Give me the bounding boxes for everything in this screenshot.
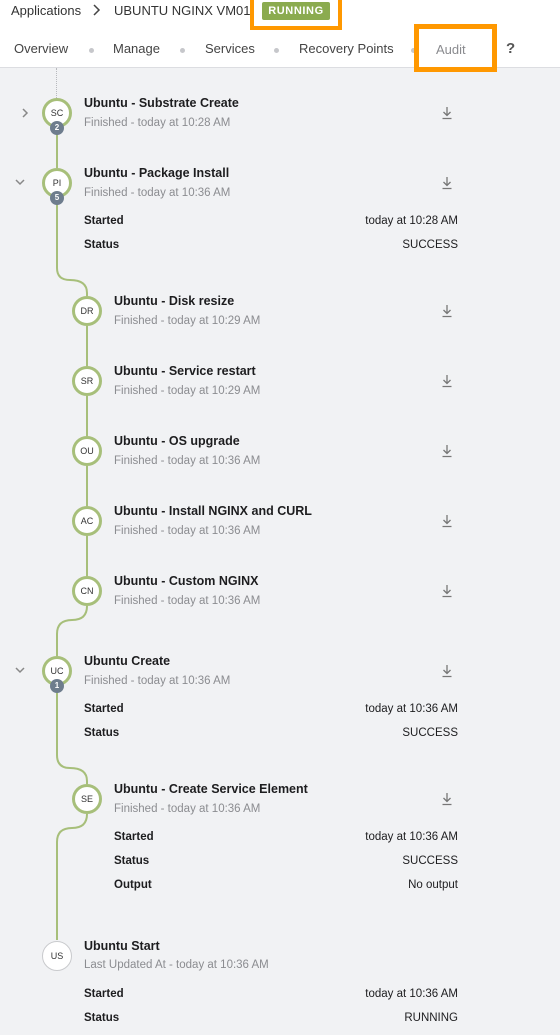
task-subtitle: Last Updated At - today at 10:36 AM <box>84 959 269 971</box>
task-subtitle: Finished - today at 10:36 AM <box>84 675 231 687</box>
task-subtitle: Finished - today at 10:36 AM <box>84 187 231 199</box>
detail-value: today at 10:36 AM <box>365 831 458 843</box>
task-subtitle: Finished - today at 10:29 AM <box>114 385 261 397</box>
chevron-down-icon[interactable] <box>14 664 26 676</box>
detail-value: SUCCESS <box>402 855 458 867</box>
task-subtitle: Finished - today at 10:29 AM <box>114 315 261 327</box>
detail-key: Started <box>84 703 124 715</box>
detail-key: Status <box>114 855 150 867</box>
task-subtitle: Finished - today at 10:36 AM <box>114 595 261 607</box>
task-node: SR <box>72 366 102 396</box>
chevron-down-icon[interactable] <box>14 176 26 188</box>
detail-key: Output <box>114 879 152 891</box>
detail-value: today at 10:28 AM <box>365 215 458 227</box>
task-count-badge: 1 <box>50 679 64 693</box>
task-node: CN <box>72 576 102 606</box>
task-subtitle: Finished - today at 10:36 AM <box>114 525 261 537</box>
detail-value: RUNNING <box>404 1012 458 1024</box>
detail-key: Status <box>84 727 120 739</box>
download-icon[interactable] <box>441 176 453 190</box>
task-node: US <box>42 941 72 971</box>
task-title: Ubuntu - Package Install <box>84 166 230 180</box>
task-node: SE <box>72 784 102 814</box>
download-icon[interactable] <box>441 304 453 318</box>
task-title: Ubuntu - Create Service Element <box>114 782 308 796</box>
task-count-badge: 2 <box>50 121 64 135</box>
download-icon[interactable] <box>441 514 453 528</box>
task-count-badge: 5 <box>50 191 64 205</box>
task-node: AC <box>72 506 102 536</box>
task-title: Ubuntu - Substrate Create <box>84 96 239 110</box>
task-subtitle: Finished - today at 10:36 AM <box>114 455 261 467</box>
detail-value: No output <box>408 879 458 891</box>
task-title: Ubuntu Create <box>84 654 171 668</box>
download-icon[interactable] <box>441 792 453 806</box>
task-node: OU <box>72 436 102 466</box>
chevron-right-icon[interactable] <box>19 107 31 119</box>
task-title: Ubuntu - Disk resize <box>114 294 235 308</box>
download-icon[interactable] <box>441 374 453 388</box>
detail-value: SUCCESS <box>402 239 458 251</box>
detail-value: today at 10:36 AM <box>365 988 458 1000</box>
detail-key: Status <box>84 239 120 251</box>
task-subtitle: Finished - today at 10:28 AM <box>84 117 231 129</box>
task-subtitle: Finished - today at 10:36 AM <box>114 803 261 815</box>
detail-value: SUCCESS <box>402 727 458 739</box>
detail-key: Started <box>84 988 124 1000</box>
download-icon[interactable] <box>441 584 453 598</box>
detail-value: today at 10:36 AM <box>365 703 458 715</box>
detail-key: Status <box>84 1012 120 1024</box>
detail-key: Started <box>114 831 154 843</box>
detail-key: Started <box>84 215 124 227</box>
task-title: Ubuntu Start <box>84 939 160 953</box>
download-icon[interactable] <box>441 444 453 458</box>
task-node: DR <box>72 296 102 326</box>
task-title: Ubuntu - Custom NGINX <box>114 574 259 588</box>
download-icon[interactable] <box>441 106 453 120</box>
task-title: Ubuntu - Install NGINX and CURL <box>114 504 312 518</box>
task-title: Ubuntu - Service restart <box>114 364 256 378</box>
task-title: Ubuntu - OS upgrade <box>114 434 240 448</box>
download-icon[interactable] <box>441 664 453 678</box>
